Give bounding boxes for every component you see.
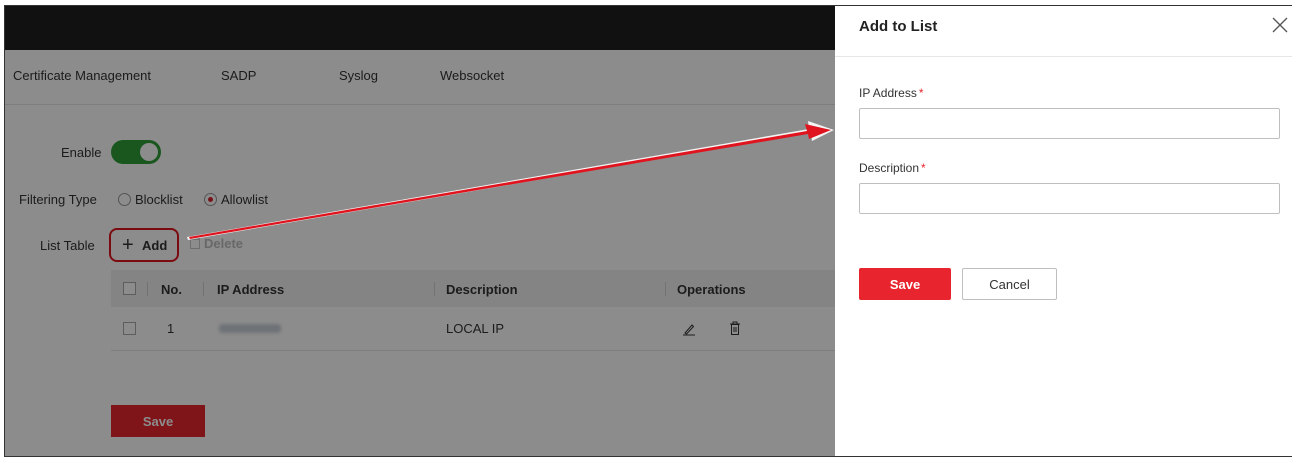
description-input[interactable] <box>859 183 1280 214</box>
close-icon[interactable] <box>1271 16 1289 34</box>
ip-address-label-text: IP Address <box>859 86 917 100</box>
cancel-button[interactable]: Cancel <box>962 268 1057 300</box>
panel-divider <box>835 56 1292 57</box>
save-button[interactable]: Save <box>859 268 951 300</box>
required-mark: * <box>918 86 924 100</box>
description-label: Description * <box>859 161 926 175</box>
panel-title: Add to List <box>859 18 938 35</box>
required-mark: * <box>921 161 926 175</box>
screenshot-frame: Certificate Management SADP Syslog Webso… <box>4 5 1292 457</box>
ip-address-input[interactable] <box>859 108 1280 139</box>
modal-overlay[interactable] <box>5 6 835 456</box>
ip-address-label: IP Address * <box>859 86 924 100</box>
description-label-text: Description <box>859 161 920 175</box>
add-to-list-panel: Add to List IP Address * Description * Sav… <box>835 6 1292 456</box>
